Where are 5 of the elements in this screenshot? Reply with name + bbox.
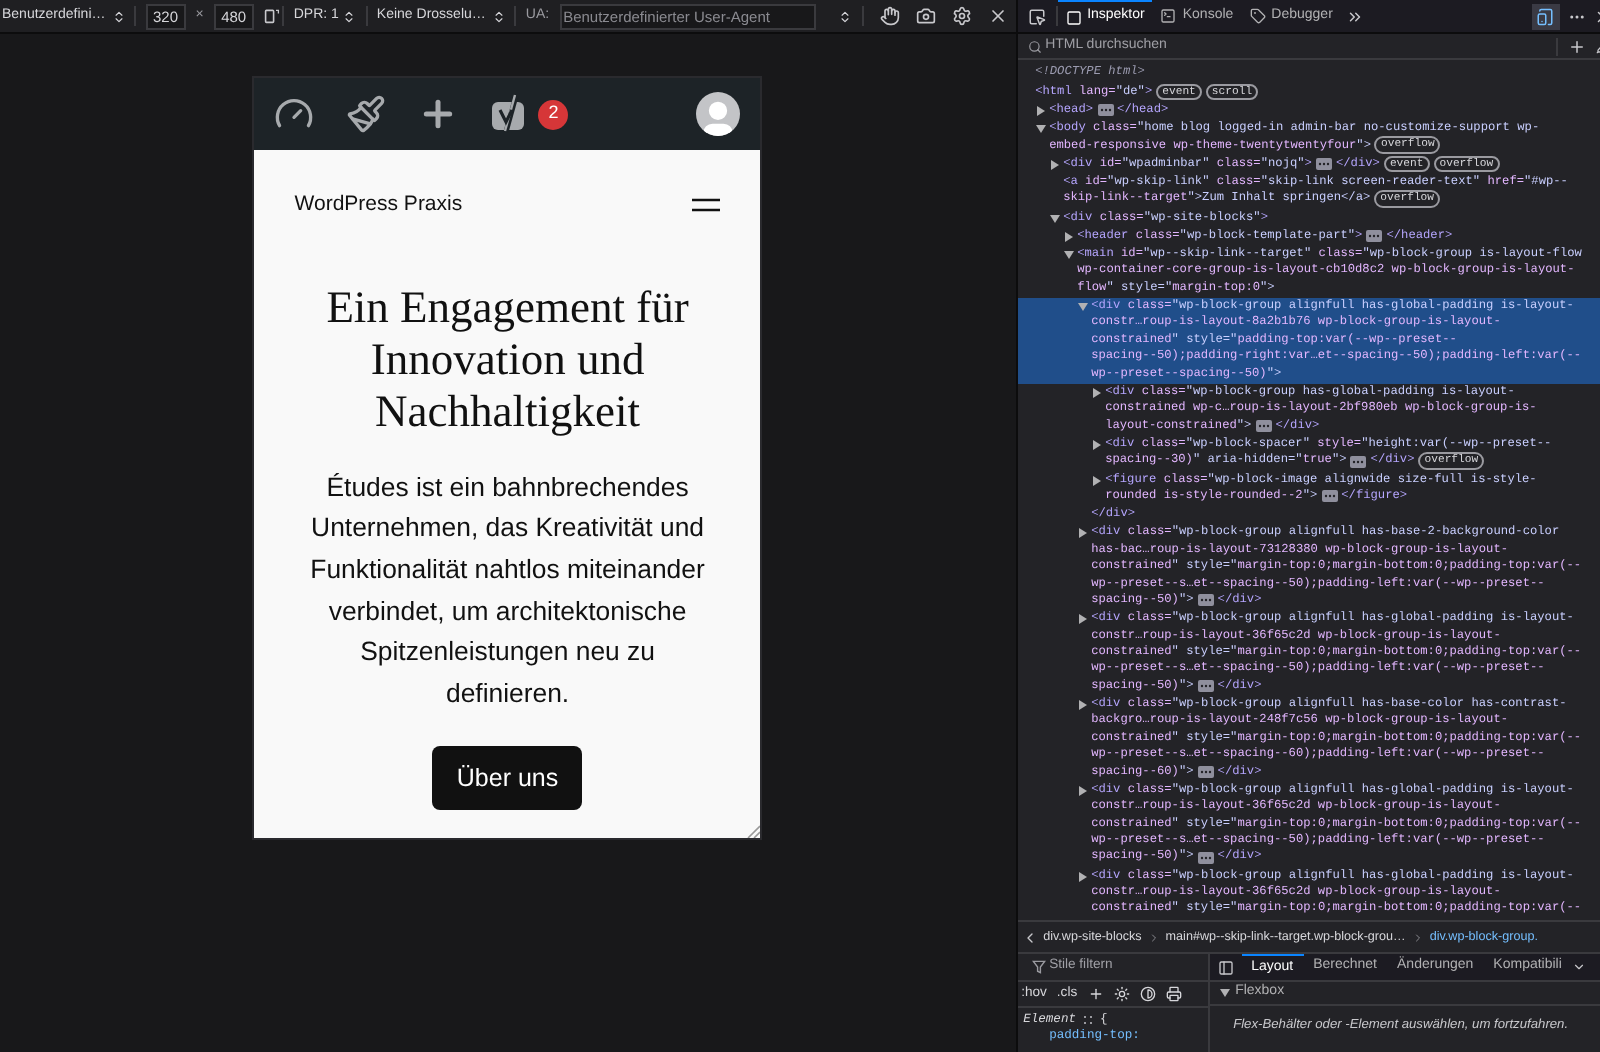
- hero-paragraph: Études ist ein bahnbrechendes Unternehmen, das Kreativität und Funktionalität nahtlos miteinander verbindet, um architektonische Spitzenleistungen neu zu definieren.: [308, 469, 707, 712]
- hero-heading: Ein Engagement für Innovation und Nachhaltigkeit: [324, 281, 691, 438]
- site-title[interactable]: WordPress Praxis: [294, 190, 463, 222]
- about-button[interactable]: Über uns: [432, 746, 583, 811]
- notification-badge: 2: [538, 99, 569, 129]
